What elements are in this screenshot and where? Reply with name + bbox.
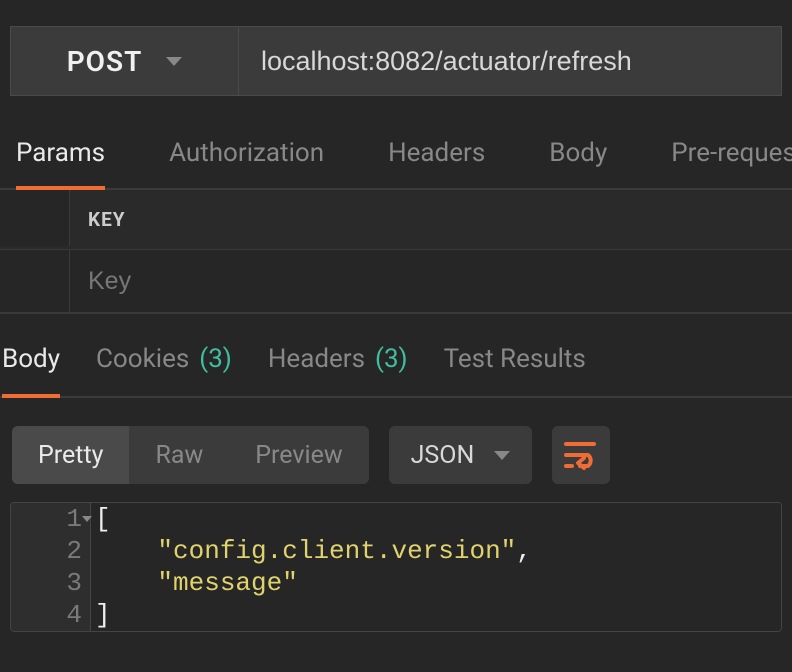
params-input-row: [0, 250, 792, 314]
wrap-lines-button[interactable]: [552, 426, 610, 484]
params-input-gutter: [0, 250, 70, 312]
view-raw[interactable]: Raw: [129, 426, 229, 484]
tab-params[interactable]: Params: [16, 138, 105, 190]
format-select-label: JSON: [411, 441, 475, 470]
resp-tab-body[interactable]: Body: [2, 344, 60, 398]
fold-icon[interactable]: [82, 516, 92, 522]
code-line: 2 "config.client.version",: [11, 535, 781, 567]
request-bar: POST: [10, 26, 782, 96]
wrap-icon: [564, 440, 598, 470]
resp-tab-testresults-label: Test Results: [444, 344, 586, 374]
request-tabs: Params Authorization Headers Body Pre-re…: [0, 138, 792, 190]
view-mode-group: Pretty Raw Preview: [12, 426, 369, 484]
resp-tab-headers[interactable]: Headers (3): [268, 344, 408, 394]
http-method-select[interactable]: POST: [11, 27, 239, 95]
tab-prerequest[interactable]: Pre-request S: [671, 138, 792, 188]
http-method-label: POST: [67, 45, 143, 78]
resp-tab-headers-label: Headers: [268, 344, 365, 374]
url-input[interactable]: [239, 27, 781, 95]
params-header-key: KEY: [70, 190, 144, 249]
response-tabs: Body Cookies (3) Headers (3) Test Result…: [0, 344, 792, 398]
resp-cookies-count: (3): [199, 344, 232, 374]
resp-headers-count: (3): [375, 344, 408, 374]
response-toolbar: Pretty Raw Preview JSON: [12, 426, 792, 484]
code-line: 3 "message": [11, 567, 781, 599]
params-header-gutter: [0, 190, 70, 246]
resp-tab-testresults[interactable]: Test Results: [444, 344, 586, 394]
code-content: "config.client.version",: [91, 535, 781, 567]
line-number: 3: [11, 567, 91, 599]
chevron-down-icon: [166, 57, 182, 66]
code-content: "message": [91, 567, 781, 599]
line-number: 4: [11, 599, 91, 631]
view-preview[interactable]: Preview: [229, 426, 368, 484]
code-content: ]: [91, 599, 781, 631]
response-body-editor[interactable]: 1 [ 2 "config.client.version", 3 "messag…: [10, 502, 782, 632]
code-line: 1 [: [11, 503, 781, 535]
resp-tab-body-label: Body: [2, 344, 60, 374]
resp-tab-cookies[interactable]: Cookies (3): [96, 344, 232, 394]
resp-tab-cookies-label: Cookies: [96, 344, 189, 374]
format-select[interactable]: JSON: [389, 426, 533, 484]
tab-authorization[interactable]: Authorization: [169, 138, 324, 188]
tab-headers[interactable]: Headers: [388, 138, 485, 188]
view-pretty[interactable]: Pretty: [12, 426, 129, 484]
code-line: 4 ]: [11, 599, 781, 631]
params-key-input[interactable]: [70, 250, 792, 312]
line-number: 1: [11, 503, 91, 535]
params-header-row: KEY: [0, 190, 792, 250]
code-content: [: [91, 503, 781, 535]
chevron-down-icon: [494, 451, 510, 460]
tab-body[interactable]: Body: [549, 138, 607, 188]
line-number: 2: [11, 535, 91, 567]
